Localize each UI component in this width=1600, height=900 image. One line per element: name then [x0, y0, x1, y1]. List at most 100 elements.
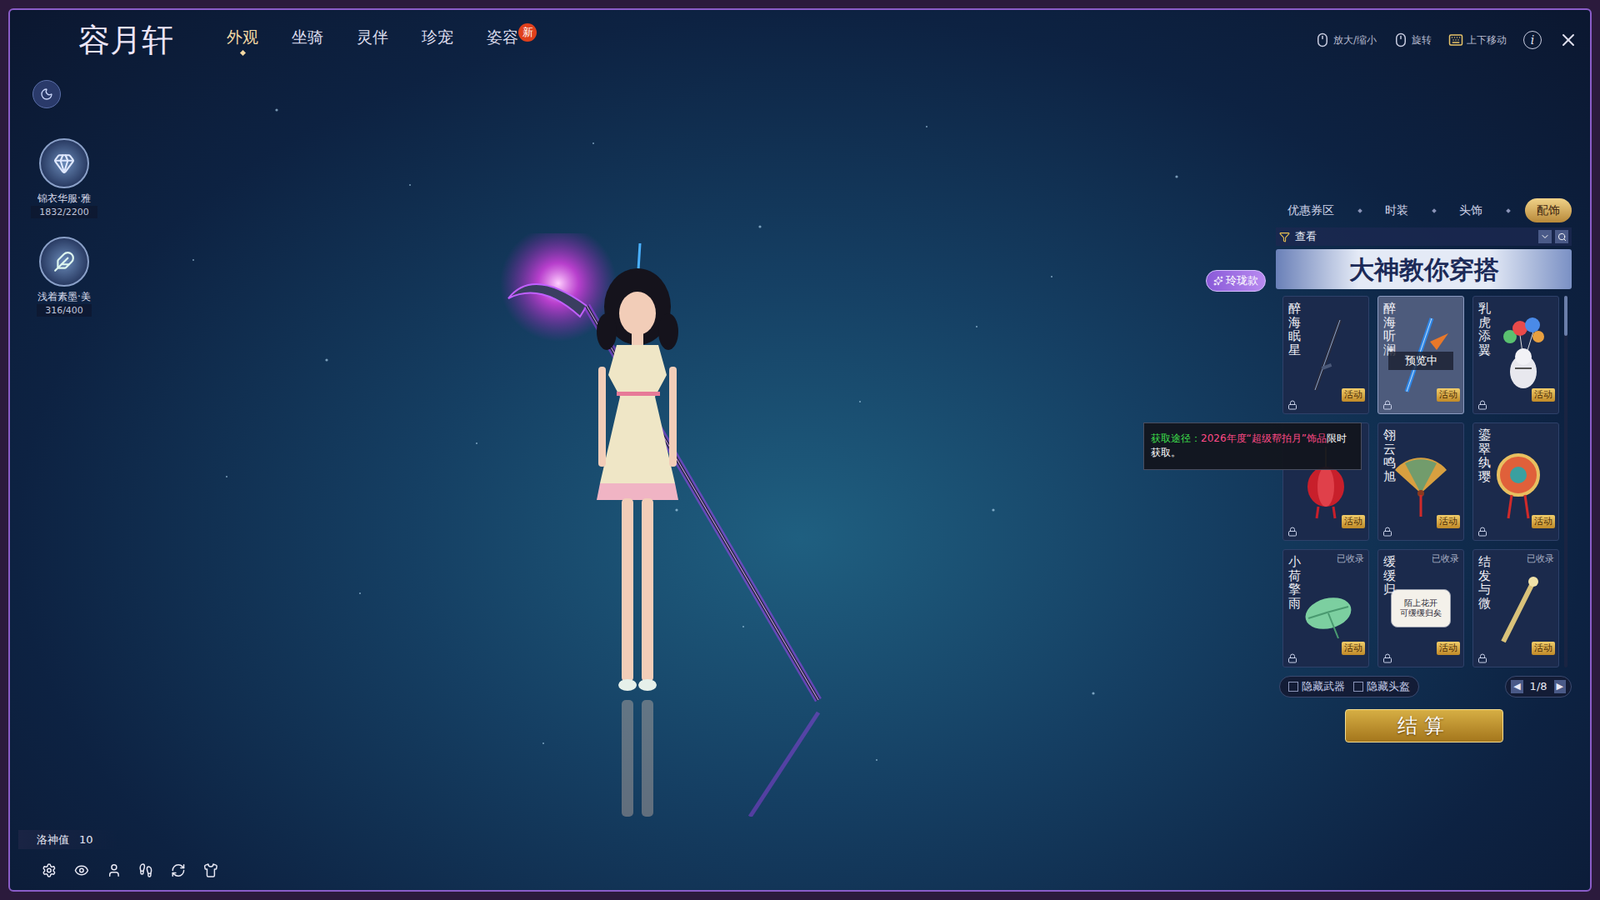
scrollbar-thumb[interactable]: [1564, 295, 1568, 336]
main-tab[interactable]: 姿容新: [480, 21, 525, 60]
view-control: 上下移动: [1448, 32, 1507, 48]
main-tab[interactable]: 珍宠: [415, 21, 460, 60]
medal[interactable]: 浅着素墨·美316/400: [18, 236, 110, 317]
category-tab[interactable]: 时装: [1376, 198, 1417, 223]
checkbox-box[interactable]: [1288, 681, 1299, 692]
main-tab[interactable]: 外观: [220, 21, 265, 60]
ornament-icon: [1486, 443, 1545, 520]
event-badge: 活动: [1436, 388, 1460, 402]
lock-icon: [1477, 400, 1488, 410]
event-badge: 活动: [1531, 641, 1555, 655]
main-tabs: 外观 坐骑 灵伴 珍宠 姿容新: [220, 21, 525, 60]
tab-label: 珍宠: [421, 25, 454, 50]
prev-page-button[interactable]: ◀: [1510, 680, 1523, 695]
banner[interactable]: 大神教你穿搭: [1275, 249, 1572, 290]
medal[interactable]: 锦衣华服·雅1832/2200: [18, 138, 110, 219]
item-card[interactable]: 醉海听澜预览中活动: [1377, 295, 1465, 415]
checkbox-box[interactable]: [1353, 681, 1364, 692]
fan-icon: [1391, 443, 1450, 520]
banner-text: 大神教你穿搭: [1349, 250, 1500, 289]
hide-checkbox[interactable]: 隐藏武器: [1288, 678, 1345, 695]
category-tab[interactable]: 优惠券区: [1279, 198, 1343, 223]
left-sidebar: 锦衣华服·雅1832/2200 浅着素墨·美316/400 洛神值10: [10, 70, 219, 890]
page-indicator: 1/8: [1530, 678, 1548, 695]
item-name: 鎏翠纨璎: [1478, 428, 1491, 484]
tab-indicator: [305, 50, 310, 55]
checkout-button[interactable]: 结算: [1345, 709, 1504, 743]
leaf-icon: [1296, 570, 1355, 647]
item-card[interactable]: 醉海眠星活动: [1282, 295, 1370, 415]
mount-icon[interactable]: [138, 862, 154, 879]
item-card[interactable]: 乳虎添翼活动: [1472, 295, 1560, 415]
collected-label: 已收录: [1526, 552, 1555, 567]
moon-button[interactable]: [32, 80, 61, 109]
event-badge: 活动: [1341, 641, 1365, 655]
item-panel: 优惠券区时装头饰配饰查看大神教你穿搭醉海眠星活动醉海听澜预览中活动乳虎添翼活动活…: [1275, 70, 1590, 890]
item-name: 结发与微: [1478, 555, 1491, 610]
preview-label: 预览中: [1388, 351, 1454, 370]
medal-list: 锦衣华服·雅1832/2200 浅着素墨·美316/400: [18, 80, 219, 317]
dropdown-button[interactable]: [1538, 230, 1552, 244]
tooltip-text: 获取途径：: [1150, 432, 1201, 445]
scrollbar[interactable]: [1564, 295, 1568, 668]
info-button[interactable]: i: [1523, 30, 1542, 50]
item-name: 缓缓归: [1383, 555, 1396, 597]
tab-indicator: [500, 50, 505, 55]
tab-separator: [1505, 208, 1511, 214]
tab-indicator: [435, 50, 440, 55]
main-tab[interactable]: 坐骑: [285, 21, 330, 60]
medal-badge: [39, 236, 90, 287]
tooltip: 获取途径：2026年度“超级帮拍月”饰品限时获取。: [1143, 422, 1362, 470]
main-tab[interactable]: 灵伴: [350, 21, 395, 60]
tab-separator: [1431, 208, 1437, 214]
tab-label: 坐骑: [291, 25, 324, 50]
new-badge: 新: [518, 23, 537, 42]
event-badge: 活动: [1436, 641, 1460, 655]
bottom-left: 洛神值10: [18, 830, 219, 880]
item-name: 小荷擎雨: [1288, 555, 1301, 610]
person-icon[interactable]: [106, 862, 122, 879]
outfit-icon[interactable]: [203, 862, 219, 879]
screen: 容月轩外观坐骑灵伴珍宠姿容新放大/缩小旋转上下移动i锦衣华服·雅1832/220…: [0, 0, 1600, 900]
refresh-icon[interactable]: [170, 862, 186, 879]
hide-checkbox[interactable]: 隐藏头盔: [1353, 678, 1410, 695]
item-card[interactable]: 结发与微 已收录活动: [1472, 549, 1560, 668]
item-grid-wrap: 醉海眠星活动醉海听澜预览中活动乳虎添翼活动活动翎云鸣旭活动鎏翠纨璎活动小荷擎雨已…: [1275, 295, 1572, 668]
checkbox-label: 隐藏头盔: [1366, 678, 1410, 695]
keys-icon: [1448, 32, 1464, 48]
item-name: 乳虎添翼: [1478, 301, 1491, 357]
eye-icon[interactable]: [74, 862, 90, 879]
mouse-icon: [1315, 32, 1330, 48]
item-card[interactable]: 陌上花开可缓缓归矣缓缓归已收录活动: [1377, 549, 1465, 668]
moon-icon: [40, 87, 54, 101]
medal-progress: 1832/2200: [30, 205, 98, 219]
item-card[interactable]: 翎云鸣旭活动: [1377, 422, 1465, 541]
view-controls: 放大/缩小旋转上下移动i: [1315, 30, 1579, 50]
tool-row: [18, 862, 219, 879]
tab-indicator: [239, 50, 245, 56]
medal-badge: [39, 138, 90, 189]
filter-label[interactable]: 查看: [1295, 228, 1317, 245]
item-card[interactable]: 小荷擎雨已收录活动: [1282, 549, 1370, 668]
search-icon: [1557, 232, 1567, 242]
filter-icon[interactable]: [1279, 231, 1290, 243]
tab-label: 灵伴: [356, 25, 389, 50]
close-icon[interactable]: [1558, 30, 1579, 50]
style-button[interactable]: 玲珑款: [1205, 270, 1266, 292]
lock-icon: [1287, 400, 1298, 410]
item-card[interactable]: 鎏翠纨璎活动: [1472, 422, 1560, 541]
character-icon: [500, 233, 850, 817]
lock-icon: [1477, 653, 1488, 664]
calligraphy-text: 可缓缓归矣: [1400, 608, 1442, 619]
settings-icon[interactable]: [41, 862, 57, 879]
mouse-icon: [1393, 32, 1409, 48]
next-page-button[interactable]: ▶: [1554, 680, 1566, 695]
hairpin-icon: [1486, 570, 1545, 647]
category-tab[interactable]: 头饰: [1450, 198, 1491, 223]
logo: 容月轩: [78, 16, 220, 65]
category-tab[interactable]: 配饰: [1525, 198, 1572, 223]
control-label: 旋转: [1411, 32, 1432, 48]
search-button[interactable]: [1555, 230, 1569, 244]
collected-label: 已收录: [1431, 552, 1460, 567]
wardrobe-window: 容月轩外观坐骑灵伴珍宠姿容新放大/缩小旋转上下移动i锦衣华服·雅1832/220…: [8, 8, 1592, 892]
